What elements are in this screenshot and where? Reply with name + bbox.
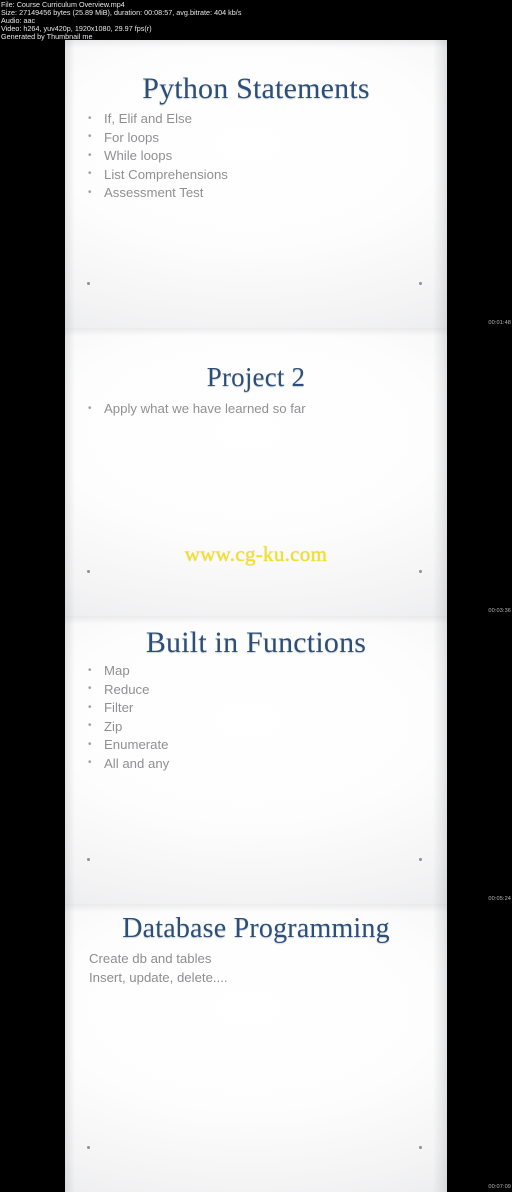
list-item: Enumerate xyxy=(86,736,169,755)
video-metadata-header: File: Course Curriculum Overview.mp4 Siz… xyxy=(0,0,512,41)
slide-bullets-2: Apply what we have learned so far xyxy=(86,400,306,419)
list-item: Apply what we have learned so far xyxy=(86,400,306,419)
slide-decoration-dot-left xyxy=(87,858,90,861)
list-item: Create db and tables xyxy=(89,951,212,966)
list-item: List Comprehensions xyxy=(86,165,228,185)
slide-title-1: Python Statements xyxy=(142,72,370,105)
metadata-generator-line: Generated by Thumbnail me xyxy=(1,31,93,41)
slide-text-lines-4: Create db and tables Insert, update, del… xyxy=(89,949,228,987)
slide-content-2: Project 2 Apply what we have learned so … xyxy=(65,328,447,616)
metadata-size-line: Size: 27149456 bytes (25.89 MiB), durati… xyxy=(1,7,242,17)
slide-decoration-dot-left xyxy=(87,1146,90,1149)
list-item: Insert, update, delete.... xyxy=(89,970,228,985)
slide-decoration-dot-left xyxy=(87,282,90,285)
slide-content-4: Database Programming Create db and table… xyxy=(65,904,447,1192)
frame-timestamp-3: 00:05:24 xyxy=(488,896,511,902)
list-item: Reduce xyxy=(86,680,169,700)
frame-timestamp-1: 00:01:48 xyxy=(488,320,511,326)
slide-decoration-dot-left xyxy=(87,570,90,573)
list-item: If, Elif and Else xyxy=(86,110,228,129)
slide-title-2: Project 2 xyxy=(206,362,306,392)
slide-decoration-dot-right xyxy=(419,282,422,285)
thumbnail-frame-1[interactable]: Python Statements If, Elif and Else For … xyxy=(65,40,447,328)
list-item: Map xyxy=(86,662,169,681)
site-watermark: www.cg-ku.com xyxy=(184,542,328,566)
thumbnail-frame-2[interactable]: Project 2 Apply what we have learned so … xyxy=(65,328,447,616)
slide-bullets-1: If, Elif and Else For loops While loops … xyxy=(86,110,228,203)
thumbnail-contact-sheet: Python Statements If, Elif and Else For … xyxy=(65,40,447,1192)
slide-decoration-dot-right xyxy=(419,570,422,573)
frame-timestamp-2: 00:03:36 xyxy=(488,608,511,614)
list-item: All and any xyxy=(86,754,169,774)
list-item: While loops xyxy=(86,147,228,166)
slide-decoration-dot-right xyxy=(419,1146,422,1149)
list-item: Zip xyxy=(86,717,169,737)
slide-decoration-dot-right xyxy=(419,858,422,861)
slide-title-4: Database Programming xyxy=(122,913,390,944)
thumbnail-frame-4[interactable]: Database Programming Create db and table… xyxy=(65,904,447,1192)
frame-timestamp-4: 00:07:09 xyxy=(488,1184,511,1190)
thumbnail-frame-3[interactable]: Built in Functions Map Reduce Filter Zip… xyxy=(65,616,447,904)
slide-content-1: Python Statements If, Elif and Else For … xyxy=(65,40,447,328)
list-item: Filter xyxy=(86,699,169,718)
slide-title-3: Built in Functions xyxy=(145,626,367,659)
list-item: For loops xyxy=(86,128,228,148)
slide-bullets-3: Map Reduce Filter Zip Enumerate All and … xyxy=(86,662,169,774)
slide-content-3: Built in Functions Map Reduce Filter Zip… xyxy=(65,616,447,904)
list-item: Assessment Test xyxy=(86,184,228,203)
